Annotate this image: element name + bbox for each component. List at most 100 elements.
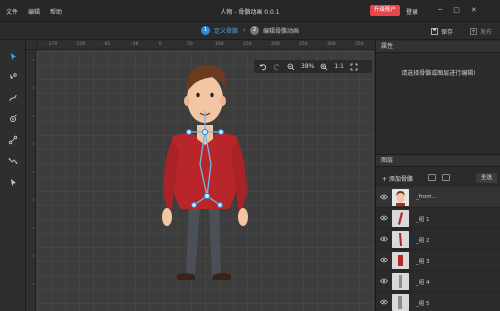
zoom-in-icon[interactable] [320, 63, 328, 71]
folder-icon[interactable] [428, 174, 436, 181]
ruler-ticks [32, 59, 35, 285]
joint-tool[interactable] [7, 134, 19, 146]
step-number: 1 [201, 26, 210, 35]
fit-screen-icon[interactable] [350, 63, 358, 71]
eye-icon[interactable] [380, 236, 388, 242]
zoom-out-icon[interactable] [287, 63, 295, 71]
zoom-bar: 38% 1:1 [254, 60, 372, 73]
right-leg [209, 205, 221, 276]
select-tool[interactable] [7, 50, 19, 62]
canvas-area[interactable]: -170-126-81-3805010015020025030035040045… [26, 41, 374, 311]
step-number: 2 [250, 26, 259, 35]
window-controls: ─ □ ✕ [438, 6, 477, 14]
layer-name: _组 1 [416, 217, 430, 223]
ruler-tick-label: 100 [215, 42, 224, 47]
joint-icon [8, 135, 18, 145]
eye-icon[interactable] [380, 215, 388, 221]
properties-title: 属性 [376, 41, 500, 53]
login-button[interactable]: 登录 [406, 7, 418, 16]
right-hand [238, 208, 248, 226]
ruler-tick-label: -170 [47, 42, 58, 47]
path-tool[interactable] [7, 155, 19, 167]
layers-title: 图层 [376, 155, 500, 167]
layer-thumbnail [392, 189, 409, 206]
pin-icon [10, 114, 17, 122]
ruler-tick-label: -126 [75, 42, 86, 47]
layers-panel: 图层 + 添加骨骼 全选 _from... _组 1 _组 2 _组 3 _组 … [375, 154, 500, 311]
direct-select-tool[interactable] [7, 176, 19, 188]
layer-item[interactable]: _组 3 [376, 250, 500, 271]
right-eye [210, 92, 214, 98]
layer-item[interactable]: _from... [376, 187, 500, 208]
left-leg [186, 205, 200, 276]
leg-thumbnail-icon [392, 273, 409, 290]
layer-item[interactable]: _组 1 [376, 208, 500, 229]
left-ear [184, 96, 190, 106]
torso-thumbnail-icon [392, 252, 409, 269]
duplicate-icon[interactable] [442, 174, 450, 181]
layer-item[interactable]: _组 4 [376, 271, 500, 292]
layer-name: _组 2 [416, 238, 430, 244]
ruler-tick-label: 50 [187, 42, 193, 47]
layer-thumbnail [392, 273, 409, 290]
upgrade-button[interactable]: 升级账户 [370, 5, 400, 16]
arm-thumbnail-icon [392, 210, 409, 227]
ruler-tick-label: 300 [327, 42, 336, 47]
ruler-tick-label: 200 [271, 42, 280, 47]
layer-item[interactable]: _组 2 [376, 229, 500, 250]
publish-button[interactable]: 发布 [470, 27, 492, 36]
ruler-tick-label: 250 [299, 42, 308, 47]
layer-name: _组 4 [416, 280, 430, 286]
ruler-tick-label: 350 [355, 42, 364, 47]
layer-name: _组 5 [416, 301, 430, 307]
step-edit-animation[interactable]: 2 编辑骨骼动画 [250, 26, 299, 35]
eye-icon[interactable] [380, 194, 388, 200]
layer-thumbnail [392, 231, 409, 248]
app-title: 人物 - 骨骼动画 0.0.1 [220, 9, 280, 16]
maximize-icon[interactable]: □ [453, 6, 460, 14]
character-figure[interactable] [37, 51, 374, 311]
save-button[interactable]: 保存 [431, 27, 453, 36]
menu-file[interactable]: 文件 [6, 7, 18, 16]
menu-bar: 文件 编辑 帮助 [6, 7, 62, 16]
layer-name: _from... [416, 194, 437, 200]
minimize-icon[interactable]: ─ [438, 6, 442, 14]
curve-icon [9, 94, 17, 102]
curve-tool[interactable] [7, 92, 19, 104]
eye-icon[interactable] [380, 257, 388, 263]
path-icon [8, 158, 18, 164]
right-ear [220, 96, 226, 106]
step-label: 编辑骨骼动画 [263, 28, 300, 35]
ruler-top: -170-126-81-3805010015020025030035040045… [37, 41, 374, 50]
layer-thumbnail [392, 252, 409, 269]
pin-tool[interactable] [7, 113, 19, 125]
close-icon[interactable]: ✕ [471, 6, 477, 14]
properties-hint: 请选择骨骼或图层进行编辑! [401, 70, 476, 77]
layer-item[interactable]: _组 5 [376, 292, 500, 311]
ruler-tick-label: -38 [131, 42, 139, 47]
select-all-button[interactable]: 全选 [476, 173, 497, 183]
leg-thumbnail-icon [392, 294, 409, 311]
redo-icon[interactable] [273, 63, 281, 71]
eye-icon[interactable] [380, 278, 388, 284]
actual-size-button[interactable]: 1:1 [334, 63, 344, 70]
save-icon [431, 28, 438, 35]
face-thumbnail-icon [392, 189, 409, 206]
layer-name: _组 3 [416, 259, 430, 265]
bone-add-icon [10, 73, 17, 79]
bone-tool[interactable] [7, 71, 19, 83]
stage[interactable] [37, 51, 374, 311]
left-eye [196, 92, 200, 98]
step-define-skeleton[interactable]: 1 定义骨骼 [201, 26, 238, 35]
menu-edit[interactable]: 编辑 [28, 7, 40, 16]
menu-help[interactable]: 帮助 [50, 7, 62, 16]
pointer-icon [10, 178, 16, 186]
undo-icon[interactable] [259, 63, 267, 71]
save-label: 保存 [441, 29, 454, 36]
title-bar: 文件 编辑 帮助 人物 - 骨骼动画 0.0.1 升级账户 登录 ─ □ ✕ [0, 0, 500, 22]
add-skeleton-button[interactable]: + 添加骨骼 [382, 174, 413, 183]
step-bar: 1 定义骨骼 › 2 编辑骨骼动画 保存 发布 [0, 22, 500, 40]
properties-panel: 属性 请选择骨骼或图层进行编辑! [375, 41, 500, 154]
eye-icon[interactable] [380, 299, 388, 305]
layers-toolbar: + 添加骨骼 全选 [376, 171, 500, 185]
